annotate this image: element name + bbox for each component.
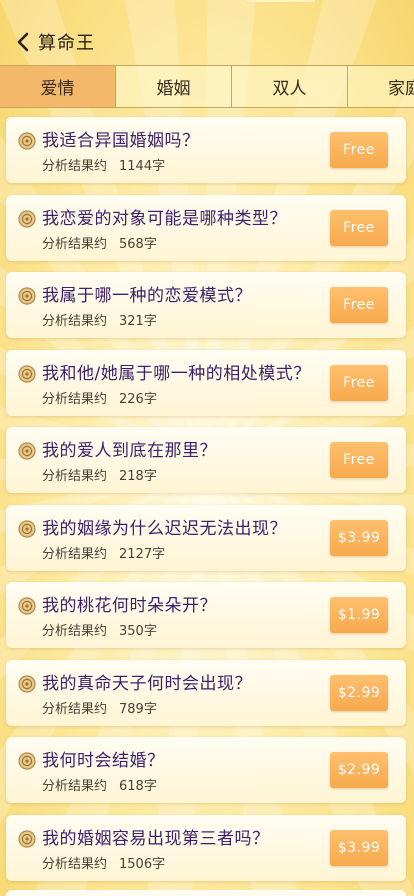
price-button[interactable]: $2.99 [330, 674, 388, 711]
coin-icon [18, 829, 36, 848]
page-title: 算命王 [38, 33, 95, 54]
meta-label: 分析结果约 [42, 314, 108, 329]
next-card-peek [6, 890, 406, 896]
nav-header: 算命王 [0, 22, 414, 62]
meta-label: 分析结果约 [42, 546, 108, 562]
coin-icon [18, 597, 36, 615]
coin-icon [18, 442, 36, 460]
price-button[interactable]: $3.99 [330, 829, 388, 866]
question-title: 我的婚姻容易出现第三者吗？ [42, 828, 270, 849]
price-button[interactable]: Free [330, 209, 388, 246]
question-title: 我的真命天子何时会出现？ [42, 673, 252, 694]
price-button[interactable]: $1.99 [330, 597, 388, 633]
question-meta: 分析结果约 618字 [42, 775, 157, 794]
question-title: 我的桃花何时朵朵开？ [42, 596, 217, 616]
question-title: 我恋爱的对象可能是哪种类型？ [42, 208, 287, 229]
question-card[interactable]: 我恋爱的对象可能是哪种类型？ 分析结果约 568字 Free [6, 194, 406, 261]
result-length: 226字 [119, 391, 157, 407]
question-title: 我适合异国婚姻吗？ [42, 131, 200, 151]
coin-icon [18, 752, 36, 770]
question-meta: 分析结果约 1506字 [42, 853, 165, 872]
result-length: 789字 [119, 701, 157, 717]
price-button[interactable]: Free [330, 442, 388, 478]
question-card[interactable]: 我属于哪一种的恋爱模式？ 分析结果约 321字 Free [6, 272, 406, 338]
coin-icon [18, 519, 36, 538]
tab-marriage[interactable]: 婚姻 [116, 66, 232, 107]
meta-label: 分析结果约 [42, 391, 108, 407]
coin-icon [18, 674, 36, 693]
result-length: 321字 [119, 314, 157, 329]
category-tabs: 爱情 婚姻 双人 家庭 [0, 65, 414, 108]
question-card[interactable]: 我的爱人到底在那里？ 分析结果约 218字 Free [6, 427, 406, 493]
question-meta: 分析结果约 321字 [42, 310, 157, 329]
top-decoration [245, 0, 315, 2]
question-card[interactable]: 我和他/她属于哪一种的相处模式？ 分析结果约 226字 Free [6, 349, 406, 416]
meta-label: 分析结果约 [42, 469, 108, 484]
question-card[interactable]: 我适合异国婚姻吗？ 分析结果约 1144字 Free [6, 117, 406, 183]
meta-label: 分析结果约 [42, 624, 108, 639]
tab-couple[interactable]: 双人 [232, 66, 348, 107]
question-card[interactable]: 我的姻缘为什么迟迟无法出现？ 分析结果约 2127字 $3.99 [6, 504, 406, 571]
question-meta: 分析结果约 1144字 [42, 155, 165, 174]
price-button[interactable]: Free [330, 364, 388, 401]
coin-icon [18, 364, 36, 383]
chevron-left-icon[interactable] [12, 31, 34, 53]
tab-family[interactable]: 家庭 [348, 66, 414, 107]
price-button[interactable]: Free [330, 132, 388, 168]
question-title: 我何时会结婚？ [42, 751, 165, 771]
question-meta: 分析结果约 2127字 [42, 543, 165, 562]
meta-label: 分析结果约 [42, 159, 108, 174]
question-title: 我的姻缘为什么迟迟无法出现？ [42, 518, 287, 539]
question-meta: 分析结果约 226字 [42, 388, 157, 407]
coin-icon [18, 209, 36, 228]
question-meta: 分析结果约 789字 [42, 698, 157, 717]
meta-label: 分析结果约 [42, 701, 108, 717]
coin-icon [18, 287, 36, 305]
price-button[interactable]: $3.99 [330, 519, 388, 556]
question-meta: 分析结果约 218字 [42, 465, 157, 484]
question-list: 我适合异国婚姻吗？ 分析结果约 1144字 Free 我恋爱的对象可能是哪种类型？… [6, 117, 406, 892]
price-button[interactable]: Free [330, 287, 388, 323]
result-length: 618字 [119, 779, 157, 794]
question-card[interactable]: 我的桃花何时朵朵开？ 分析结果约 350字 $1.99 [6, 582, 406, 648]
question-card[interactable]: 我的婚姻容易出现第三者吗？ 分析结果约 1506字 $3.99 [6, 814, 406, 881]
question-card[interactable]: 我何时会结婚？ 分析结果约 618字 $2.99 [6, 737, 406, 803]
coin-icon [18, 132, 36, 150]
price-button[interactable]: $2.99 [330, 752, 388, 788]
question-meta: 分析结果约 568字 [42, 233, 157, 252]
meta-label: 分析结果约 [42, 856, 108, 872]
result-length: 2127字 [119, 546, 166, 562]
question-title: 我属于哪一种的恋爱模式？ [42, 286, 252, 306]
question-title: 我的爱人到底在那里？ [42, 441, 217, 461]
question-meta: 分析结果约 350字 [42, 620, 157, 639]
result-length: 218字 [119, 469, 157, 484]
result-length: 568字 [119, 236, 157, 252]
tab-love[interactable]: 爱情 [0, 66, 116, 107]
result-length: 1506字 [119, 856, 166, 872]
result-length: 1144字 [119, 159, 166, 174]
meta-label: 分析结果约 [42, 779, 108, 794]
result-length: 350字 [119, 624, 157, 639]
question-card[interactable]: 我的真命天子何时会出现？ 分析结果约 789字 $2.99 [6, 659, 406, 726]
meta-label: 分析结果约 [42, 236, 108, 252]
question-title: 我和他/她属于哪一种的相处模式？ [42, 363, 311, 384]
